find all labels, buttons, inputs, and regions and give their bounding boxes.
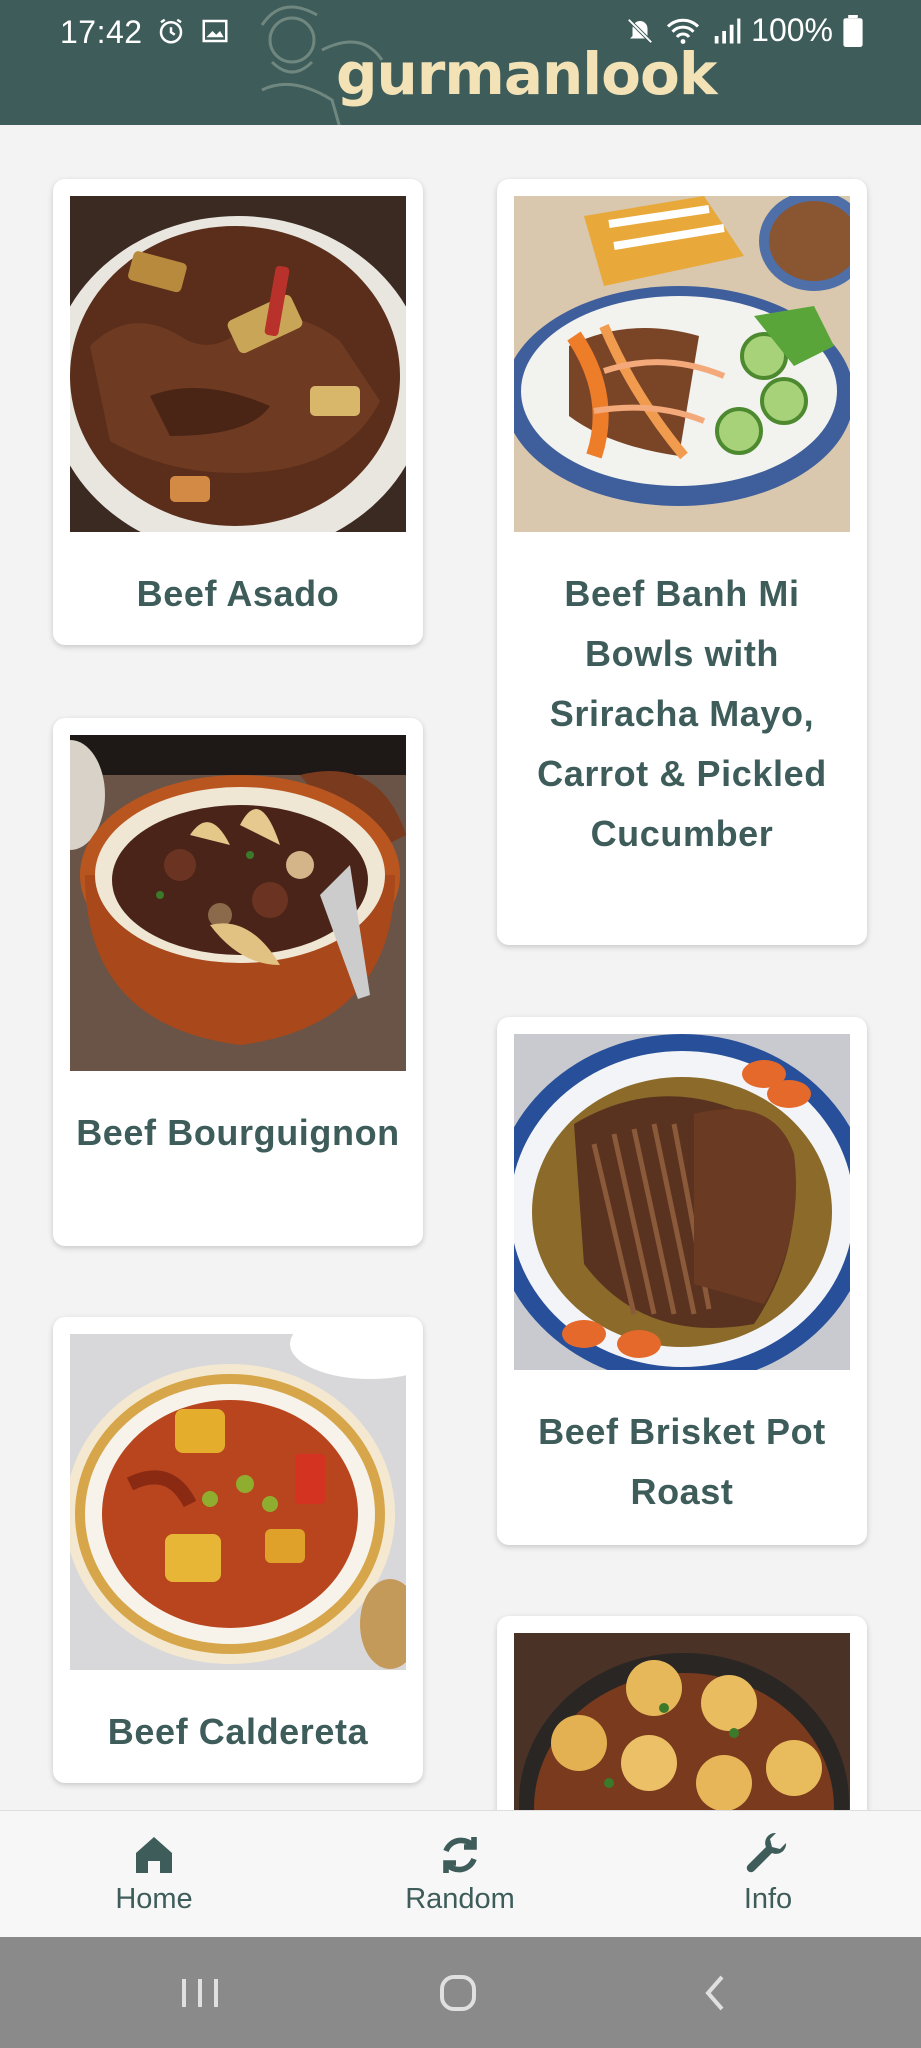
bottom-navigation: Home Random Info [0,1810,921,1938]
app-logo: gurmanlook [336,40,717,108]
recipe-title: Beef Asado [136,573,340,614]
status-left-icons [156,16,230,46]
recipe-card[interactable]: Beef Bourguignon [53,718,423,1246]
recipe-image [514,1633,850,1810]
recipe-card[interactable]: Beef Brisket Pot Roast [497,1017,867,1545]
recipe-card[interactable]: Beef Banh Mi Bowls with Sriracha Mayo, C… [497,179,867,945]
back-icon[interactable] [686,1965,746,2021]
recipe-image [514,196,850,532]
nav-home-label: Home [115,1883,193,1915]
app-header: 17:42 gurmanlook 100% [0,0,921,125]
recipe-title: Beef Brisket Pot Roast [538,1411,826,1512]
nav-random-label: Random [405,1883,515,1915]
battery-percent: 100% [751,12,833,48]
system-navigation-bar [0,1937,921,2048]
wrench-icon [746,1832,787,1873]
recipe-image [514,1034,850,1370]
alarm-icon [159,18,183,44]
recipe-card[interactable]: Beef Asado [53,179,423,645]
mute-icon [627,17,653,44]
refresh-icon [443,1837,477,1873]
nav-info[interactable]: Info [668,1831,868,1916]
recipe-card[interactable]: Beef Caldereta [53,1317,423,1783]
signal-icon [714,18,741,43]
nav-random[interactable]: Random [360,1831,560,1916]
recipe-card[interactable] [497,1616,867,1810]
nav-info-label: Info [743,1883,793,1915]
battery-icon [843,14,863,47]
recipe-image [70,196,406,532]
home-icon [136,1837,172,1873]
recipe-title: Beef Bourguignon [76,1112,400,1153]
recipe-title: Beef Banh Mi Bowls with Sriracha Mayo, C… [537,573,827,854]
wifi-icon [667,18,700,44]
status-right-icons: 100% [625,12,863,49]
recipe-grid[interactable]: Beef Asado Beef Banh Mi Bowls with Srira… [0,125,921,1810]
recipe-title: Beef Caldereta [107,1711,369,1752]
recipe-image [70,1334,406,1670]
recent-apps-icon[interactable] [170,1965,230,2021]
nav-home[interactable]: Home [54,1831,254,1916]
status-time: 17:42 [60,14,143,50]
home-circle-icon[interactable] [428,1965,488,2021]
recipe-image [70,735,406,1071]
